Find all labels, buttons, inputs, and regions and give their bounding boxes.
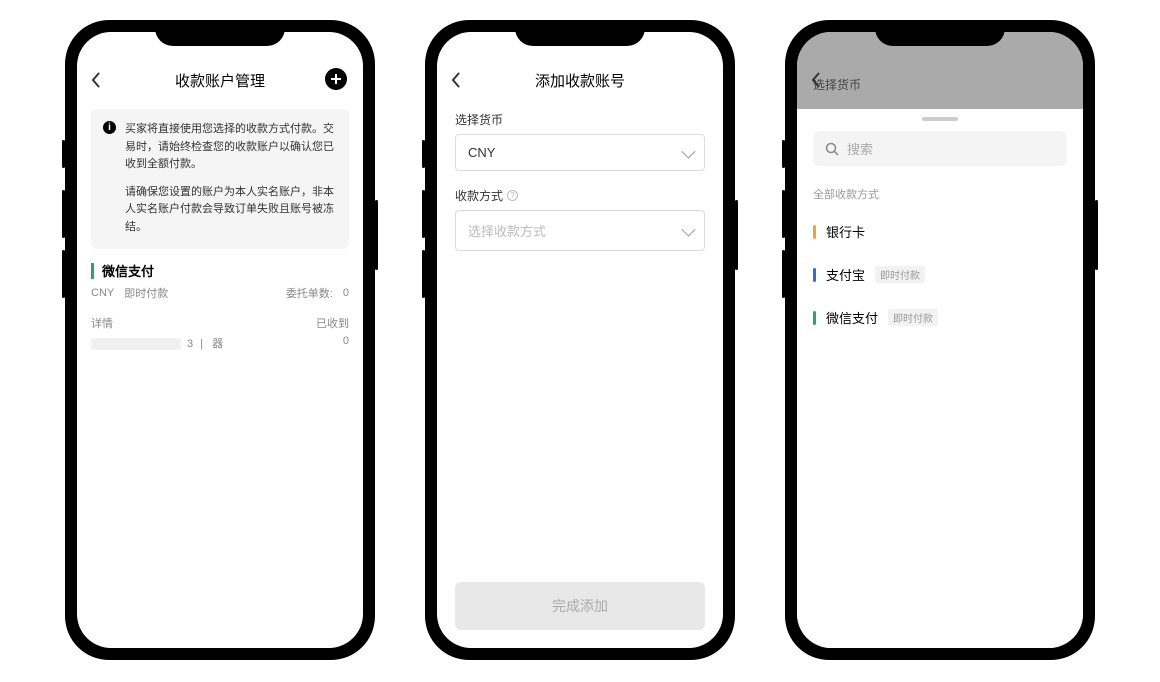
method-instant: 即时付款 xyxy=(124,285,168,301)
payment-method-card[interactable]: 微信支付 CNY 即时付款 委托单数: 0 详情 已收到 3 | 器 0 xyxy=(91,263,349,363)
delegate-count: 0 xyxy=(343,287,349,299)
instant-tag: 即时付款 xyxy=(888,309,938,326)
notice-line-2: 请确保您设置的账户为本人实名账户，非本人实名账户付款会导致订单失败且账号被冻结。 xyxy=(125,184,335,237)
method-name: 微信支付 xyxy=(102,261,154,280)
option-alipay[interactable]: 支付宝 即时付款 xyxy=(797,253,1083,296)
option-label: 银行卡 xyxy=(826,222,865,241)
sheet-title: 选择货币 xyxy=(797,70,1083,103)
page-title: 收款账户管理 xyxy=(175,70,265,91)
add-button[interactable] xyxy=(325,68,347,90)
option-wechat-pay[interactable]: 微信支付 即时付款 xyxy=(797,296,1083,339)
phone-frame-2: 添加收款账号 选择货币 CNY 收款方式 ? 选择收款方式 完成添加 xyxy=(425,20,735,660)
search-placeholder: 搜索 xyxy=(847,139,873,158)
notice-line-1: 买家将直接使用您选择的收款方式付款。交易时，请始终检查您的收款账户以确认您已收到… xyxy=(125,121,335,174)
back-icon[interactable] xyxy=(811,72,821,88)
back-icon[interactable] xyxy=(91,72,101,88)
delegate-label: 委托单数: xyxy=(286,285,333,301)
back-icon[interactable] xyxy=(451,72,461,88)
color-bar-icon xyxy=(813,268,816,282)
method-select[interactable]: 选择收款方式 xyxy=(455,210,705,251)
method-label: 收款方式 ? xyxy=(455,187,705,204)
page-title: 添加收款账号 xyxy=(535,70,625,91)
screen-payment-manage: 收款账户管理 i 买家将直接使用您选择的收款方式付款。交易时，请始终检查您的收款… xyxy=(77,32,363,648)
submit-button[interactable]: 完成添加 xyxy=(455,582,705,630)
info-icon: i xyxy=(103,121,116,134)
option-label: 微信支付 xyxy=(826,308,878,327)
method-placeholder: 选择收款方式 xyxy=(468,221,546,240)
received-count: 0 xyxy=(343,335,349,351)
notice-box: i 买家将直接使用您选择的收款方式付款。交易时，请始终检查您的收款账户以确认您已… xyxy=(91,109,349,249)
currency-label: 选择货币 xyxy=(455,111,705,128)
instant-tag: 即时付款 xyxy=(875,266,925,283)
search-icon xyxy=(825,142,839,156)
bottom-sheet: 搜索 全部收款方式 银行卡 支付宝 即时付款 微信支付 即时付款 xyxy=(797,105,1083,648)
phone-frame-3: 选择货币 搜索 全部收款方式 银行卡 支付宝 即时付款 xyxy=(785,20,1095,660)
currency-select[interactable]: CNY xyxy=(455,134,705,171)
search-input[interactable]: 搜索 xyxy=(813,131,1067,166)
received-label: 已收到 xyxy=(316,315,349,331)
screen-add-account: 添加收款账号 选择货币 CNY 收款方式 ? 选择收款方式 完成添加 xyxy=(437,32,723,648)
caret-down-icon xyxy=(681,144,695,158)
option-bank-card[interactable]: 银行卡 xyxy=(797,210,1083,253)
section-label: 全部收款方式 xyxy=(797,178,1083,210)
phone-frame-1: 收款账户管理 i 买家将直接使用您选择的收款方式付款。交易时，请始终检查您的收款… xyxy=(65,20,375,660)
caret-down-icon xyxy=(681,222,695,236)
masked-account: 3 | 器 xyxy=(91,335,223,351)
currency-value: CNY xyxy=(468,145,495,160)
color-bar-icon xyxy=(813,311,816,325)
help-icon[interactable]: ? xyxy=(507,190,518,201)
drag-handle[interactable] xyxy=(922,117,958,121)
detail-label: 详情 xyxy=(91,315,113,331)
screen-pick-method: 选择货币 搜索 全部收款方式 银行卡 支付宝 即时付款 xyxy=(797,32,1083,648)
method-currency: CNY xyxy=(91,287,114,299)
option-label: 支付宝 xyxy=(826,265,865,284)
color-bar-icon xyxy=(813,225,816,239)
